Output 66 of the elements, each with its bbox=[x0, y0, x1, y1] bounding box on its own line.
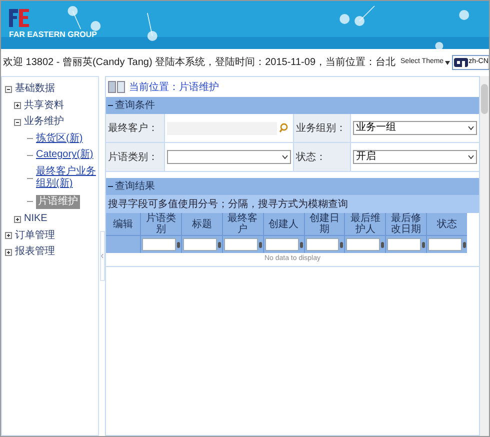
forward-button[interactable] bbox=[117, 81, 125, 93]
section-title: 查询条件 bbox=[115, 98, 155, 113]
filter-field[interactable] bbox=[428, 238, 462, 251]
search-hint: 搜寻字段可多值使用分号；分隔，搜寻方式为模糊查询 bbox=[108, 198, 348, 212]
logo-icon bbox=[9, 7, 29, 29]
column-header[interactable]: 最终客户 bbox=[222, 213, 263, 235]
breadcrumb: 当前位置：片语维护 bbox=[129, 80, 219, 94]
chevron-down-icon bbox=[282, 155, 288, 159]
filter-field[interactable] bbox=[346, 238, 380, 251]
tree-folder[interactable]: 订单管理 bbox=[15, 230, 55, 242]
filter-icon[interactable] bbox=[463, 242, 466, 248]
chevron-down-icon bbox=[468, 155, 474, 159]
collapse-icon[interactable] bbox=[108, 185, 113, 188]
select-field[interactable]: 业务一组 bbox=[353, 121, 477, 135]
filter-field[interactable] bbox=[142, 238, 176, 251]
tree-link[interactable]: 拣货区(新) bbox=[36, 132, 83, 145]
expand-icon[interactable] bbox=[14, 102, 21, 110]
scrollbar[interactable] bbox=[480, 76, 489, 436]
tree-folder[interactable]: NIKE bbox=[24, 213, 48, 226]
caret-icon bbox=[444, 60, 450, 64]
tree-folder[interactable]: 报表管理 bbox=[15, 246, 55, 258]
filter-field[interactable] bbox=[306, 238, 340, 251]
filter-field[interactable] bbox=[264, 238, 298, 251]
select-field[interactable]: 开启 bbox=[353, 150, 477, 164]
tree-folder[interactable]: 业务维护 bbox=[24, 116, 64, 128]
collapse-icon[interactable] bbox=[108, 104, 113, 107]
back-button[interactable] bbox=[108, 81, 116, 93]
column-header[interactable]: 最后维护人 bbox=[345, 213, 386, 235]
expand-icon[interactable] bbox=[14, 216, 21, 223]
column-header[interactable]: 状态 bbox=[427, 213, 467, 235]
column-header[interactable]: 编辑 bbox=[106, 213, 140, 235]
collapse-handle[interactable] bbox=[100, 231, 104, 281]
tree-link[interactable]: Category(新) bbox=[36, 149, 94, 162]
filter-icon[interactable] bbox=[381, 242, 384, 248]
tree-link[interactable]: 最终客户业务组别(新) bbox=[36, 166, 98, 190]
collapse-icon[interactable] bbox=[14, 118, 21, 126]
field-label: 业务组别： bbox=[296, 122, 346, 136]
field-label: 片语类别： bbox=[108, 150, 158, 164]
select-field[interactable] bbox=[167, 150, 291, 164]
column-header[interactable]: 创建人 bbox=[264, 213, 304, 235]
tree-folder[interactable]: 共享资料 bbox=[24, 100, 64, 112]
tree-folder[interactable]: 基础数据 bbox=[15, 83, 55, 96]
filter-icon[interactable] bbox=[300, 242, 302, 248]
search-icon[interactable] bbox=[279, 123, 288, 133]
welcome-text: 欢迎 13802 - 曾丽英(Candy Tang) 登陆本系统，登陆时间：2015-11-09，当前位置：台北 bbox=[3, 56, 396, 70]
filter-icon[interactable] bbox=[340, 242, 344, 248]
filter-icon[interactable] bbox=[422, 242, 426, 248]
logo-text: FAR EASTERN GROUP bbox=[9, 31, 98, 39]
field-label: 状态： bbox=[296, 150, 326, 164]
filter-field[interactable] bbox=[182, 238, 217, 251]
filter-icon[interactable] bbox=[176, 242, 180, 248]
expand-icon[interactable] bbox=[5, 248, 12, 256]
column-header[interactable]: 标题 bbox=[182, 213, 222, 235]
column-header[interactable]: 创建日期 bbox=[304, 213, 344, 235]
collapse-icon[interactable] bbox=[5, 86, 12, 93]
section-title: 查询结果 bbox=[115, 180, 155, 194]
filter-field[interactable] bbox=[387, 238, 422, 251]
field-label: 最终客户： bbox=[108, 122, 158, 136]
filter-icon[interactable] bbox=[218, 242, 221, 248]
column-header[interactable]: 片语类别 bbox=[141, 213, 181, 235]
filter-field[interactable] bbox=[224, 238, 258, 251]
expand-icon[interactable] bbox=[5, 232, 12, 240]
filter-icon[interactable] bbox=[258, 242, 262, 248]
chevron-down-icon bbox=[468, 126, 474, 130]
column-header[interactable]: 最后修改日期 bbox=[386, 213, 426, 235]
flag-icon bbox=[454, 58, 468, 67]
